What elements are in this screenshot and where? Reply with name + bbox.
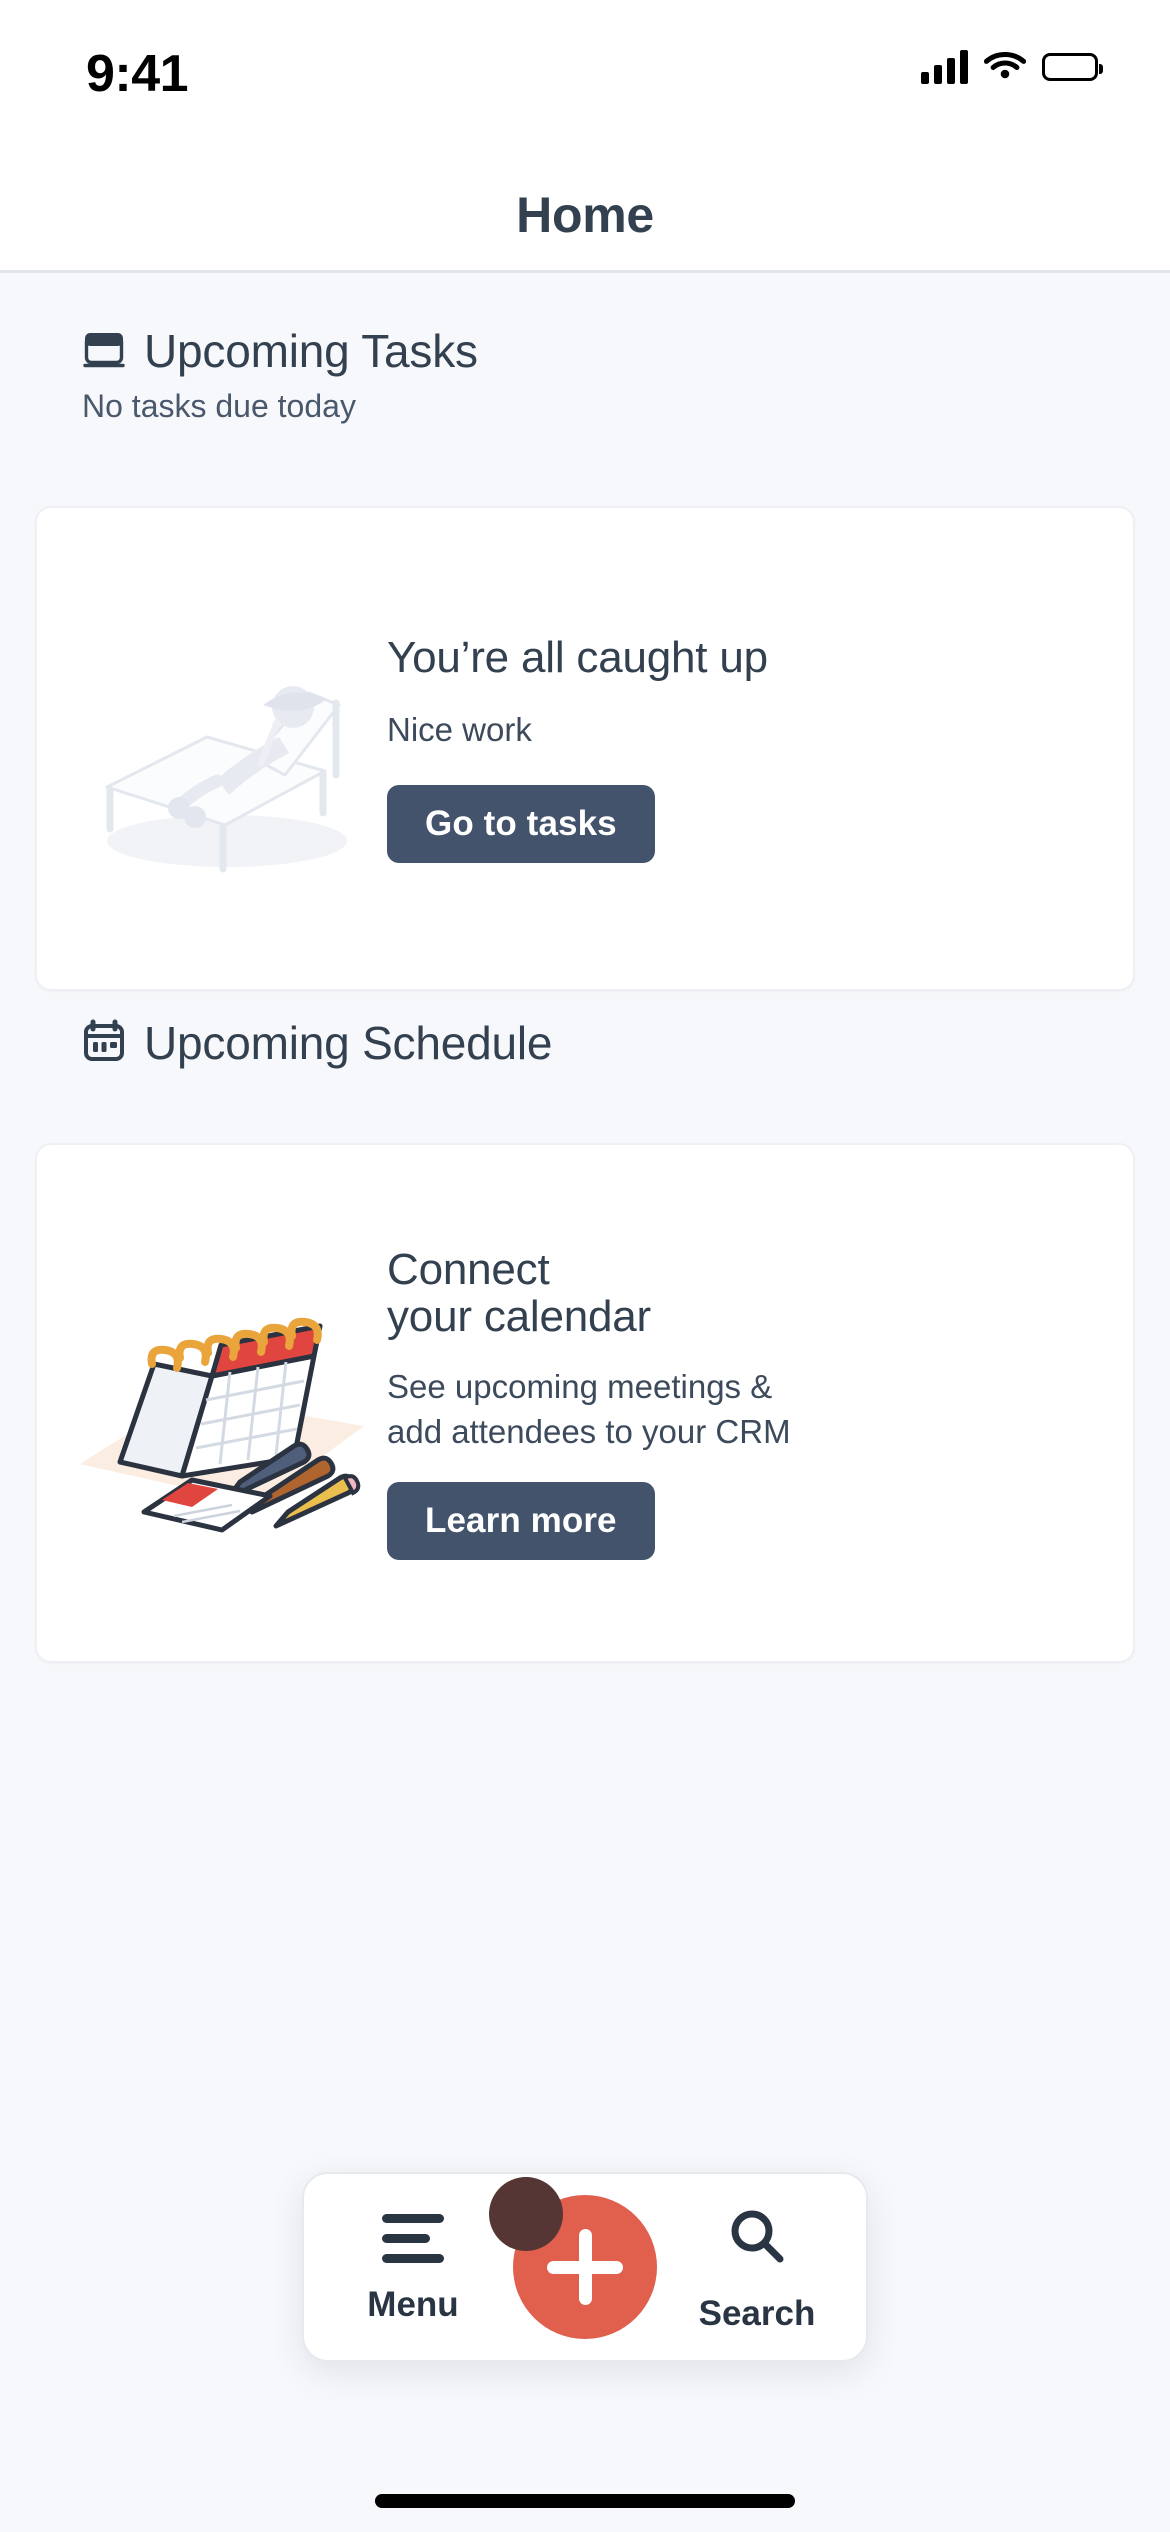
person-lounging-on-chair-illustration	[37, 619, 387, 879]
search-icon	[726, 2205, 788, 2272]
section-header-upcoming-schedule: Upcoming Schedule	[0, 1016, 1170, 1070]
card-title-line-2: your calendar	[387, 1292, 651, 1342]
section-upcoming-schedule: Upcoming Schedule Connect your calendar …	[0, 1016, 1170, 1663]
tab-search-label: Search	[698, 2293, 816, 2333]
section-subtitle: No tasks due today	[82, 388, 356, 424]
learn-more-button[interactable]: Learn more	[387, 1482, 655, 1561]
go-to-tasks-button[interactable]: Go to tasks	[387, 784, 655, 863]
tab-menu[interactable]: Menu	[318, 2174, 508, 2364]
caught-up-card-text: You’re all caught up Nice work Go to tas…	[387, 633, 1133, 863]
card-title-line-1: Connect	[387, 1244, 550, 1294]
caught-up-card[interactable]: You’re all caught up Nice work Go to tas…	[35, 506, 1135, 991]
section-header-upcoming-tasks: Upcoming Tasks	[0, 324, 1170, 378]
section-upcoming-tasks: Upcoming Tasks No tasks due today You’re…	[0, 324, 1170, 991]
hamburger-menu-icon	[382, 2213, 444, 2263]
connect-calendar-card[interactable]: Connect your calendar See upcoming meeti…	[35, 1143, 1135, 1663]
cursor-indicator	[489, 2177, 563, 2251]
status-bar: 9:41	[0, 0, 1170, 160]
battery-icon	[1042, 52, 1103, 81]
connect-calendar-card-text: Connect your calendar See upcoming meeti…	[387, 1244, 1133, 1561]
section-title: Upcoming Tasks	[144, 325, 478, 377]
plus-icon[interactable]	[489, 2177, 657, 2339]
notebook-icon	[82, 329, 126, 374]
create-button[interactable]	[489, 2172, 670, 2362]
page-title: Home	[516, 187, 654, 243]
card-title: You’re all caught up	[387, 633, 768, 683]
card-description: Nice work	[387, 710, 532, 748]
section-title: Upcoming Schedule	[144, 1017, 553, 1069]
calendar-icon	[82, 1019, 126, 1068]
home-indicator	[375, 2494, 795, 2508]
wifi-icon	[983, 48, 1027, 85]
tab-menu-label: Menu	[367, 2284, 459, 2324]
nav-header: Home	[0, 160, 1170, 273]
card-description-line-1: See upcoming meetings &	[387, 1367, 773, 1405]
desk-calendar-with-pens-illustration	[37, 1268, 387, 1538]
status-bar-indicators	[921, 48, 1103, 85]
signal-bars-icon	[921, 49, 968, 84]
tab-search[interactable]: Search	[662, 2174, 852, 2364]
card-description-line-2: add attendees to your CRM	[387, 1412, 791, 1450]
status-bar-time: 9:41	[86, 45, 189, 103]
phone-screen: 9:41 Home Upcoming Tasks No tasks due to…	[0, 0, 1170, 2532]
